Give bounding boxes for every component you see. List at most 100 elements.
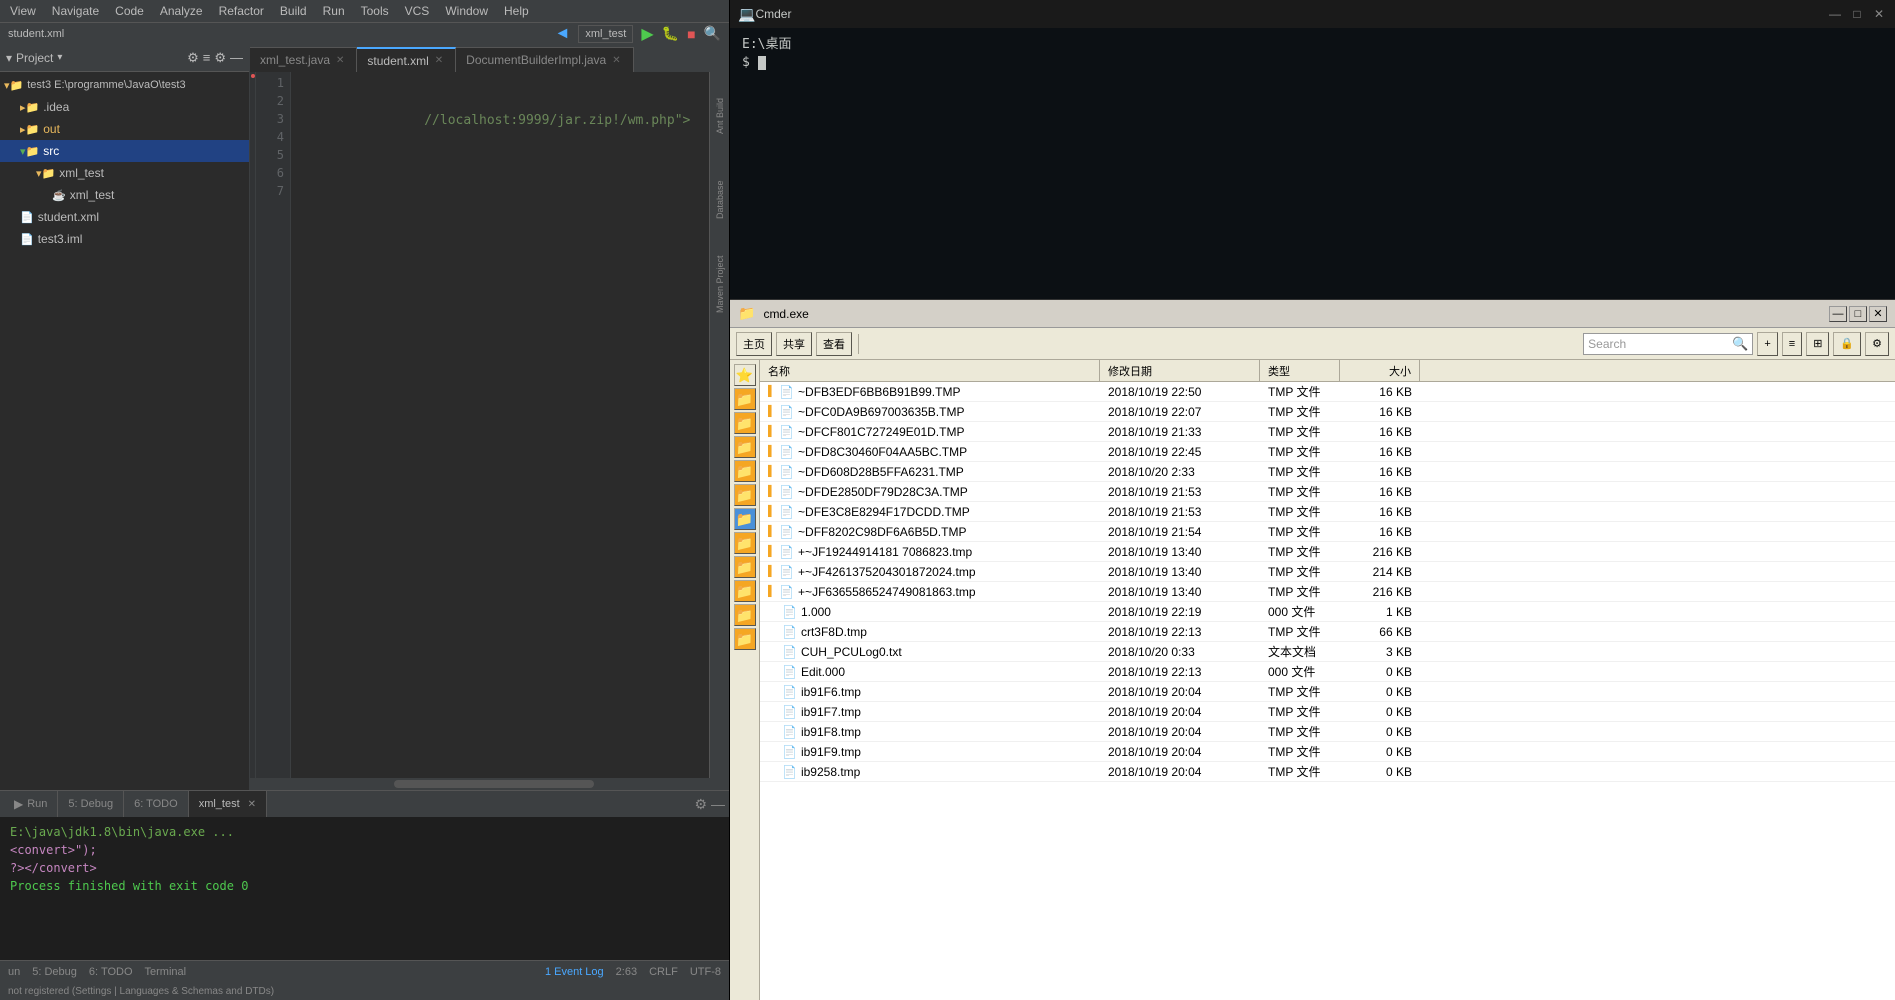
- maven-project-btn[interactable]: Maven Project: [710, 244, 730, 324]
- settings-icon[interactable]: ⚙: [214, 50, 226, 66]
- col-header-type[interactable]: 类型: [1260, 360, 1340, 381]
- nav-folder-btn-6[interactable]: 📁: [734, 508, 756, 530]
- col-header-name[interactable]: 名称: [760, 360, 1100, 381]
- lock-btn[interactable]: 🔒: [1833, 332, 1861, 356]
- cmd-content[interactable]: E:\桌面 $: [730, 28, 1895, 299]
- nav-star-btn[interactable]: ⭐: [734, 364, 756, 386]
- nav-folder-btn-2[interactable]: 📁: [734, 412, 756, 434]
- tree-item-xml-test-folder[interactable]: ▾📁 xml_test: [0, 162, 249, 184]
- col-header-size[interactable]: 大小: [1340, 360, 1420, 381]
- menu-window[interactable]: Window: [441, 2, 492, 20]
- tab-debug[interactable]: 5: Debug: [58, 791, 124, 817]
- tree-item-idea[interactable]: ▸📁 .idea: [0, 96, 249, 118]
- stop-button[interactable]: ■: [687, 26, 695, 42]
- gear-icon[interactable]: ⚙: [187, 50, 199, 66]
- search-everywhere-icon[interactable]: 🔍: [704, 25, 721, 42]
- list-item[interactable]: ▌ 📄 ~DFDE2850DF79D28C3A.TMP 2018/10/19 2…: [760, 482, 1895, 502]
- project-dropdown-icon[interactable]: ▾: [57, 52, 62, 63]
- menu-analyze[interactable]: Analyze: [156, 2, 207, 20]
- menu-run[interactable]: Run: [319, 2, 349, 20]
- list-item[interactable]: ▌ 📄 ~DFD608D28B5FFA6231.TMP 2018/10/20 2…: [760, 462, 1895, 482]
- tree-item-out[interactable]: ▸📁 out: [0, 118, 249, 140]
- tab-documentbuilder-impl-close[interactable]: ✕: [610, 55, 622, 66]
- tree-item-src[interactable]: ▾📁 src: [0, 140, 249, 162]
- code-content[interactable]: //localhost:9999/jar.zip!/wm.php">: [291, 72, 709, 778]
- tab-todo[interactable]: 6: TODO: [124, 791, 189, 817]
- nav-folder-btn-9[interactable]: 📁: [734, 580, 756, 602]
- menu-code[interactable]: Code: [111, 2, 148, 20]
- run-config-dropdown[interactable]: xml_test: [578, 25, 633, 43]
- tab-xml-test-java-close[interactable]: ✕: [334, 55, 346, 66]
- tab-terminal-close[interactable]: ✕: [248, 799, 256, 810]
- debug-button[interactable]: 🐛: [662, 25, 679, 42]
- list-item[interactable]: ▌ 📄 ~DFB3EDF6BB6B91B99.TMP 2018/10/19 22…: [760, 382, 1895, 402]
- search-icon[interactable]: 🔍: [1732, 336, 1748, 352]
- tab-documentbuilder-impl[interactable]: DocumentBuilderImpl.java ✕: [456, 47, 633, 72]
- status-charset[interactable]: UTF-8: [690, 966, 721, 978]
- nav-folder-btn-1[interactable]: 📁: [734, 388, 756, 410]
- code-editor[interactable]: 1 2 3 4 5 6 7 //localhost:9999/jar.zip!/…: [250, 72, 729, 778]
- sidebar-collapse-icon[interactable]: ▾: [6, 51, 12, 65]
- tree-item-root[interactable]: ▾📁 test3 E:\programme\JavaO\test3: [0, 74, 249, 96]
- horizontal-scrollbar[interactable]: [250, 778, 729, 790]
- run-button[interactable]: ▶: [641, 24, 653, 44]
- cmd-minimize-btn[interactable]: —: [1827, 6, 1843, 22]
- menu-refactor[interactable]: Refactor: [215, 2, 268, 20]
- list-item[interactable]: ▌ 📄 +~JF4261375204301872024.tmp 2018/10/…: [760, 562, 1895, 582]
- toolbar-view-btn[interactable]: 查看: [816, 332, 852, 356]
- explorer-minimize-btn[interactable]: —: [1829, 306, 1847, 322]
- view-toggle-btn[interactable]: ≡: [1782, 332, 1802, 356]
- list-item[interactable]: ▌ 📄 ~DFC0DA9B697003635B.TMP 2018/10/19 2…: [760, 402, 1895, 422]
- tree-item-student-xml[interactable]: 📄 student.xml: [0, 206, 249, 228]
- list-item[interactable]: ▌ 📄 ~DFF8202C98DF6A6B5D.TMP 2018/10/19 2…: [760, 522, 1895, 542]
- list-item[interactable]: ▌ 📄 ~DFD8C30460F04AA5BC.TMP 2018/10/19 2…: [760, 442, 1895, 462]
- new-folder-btn[interactable]: +: [1757, 332, 1777, 356]
- cmd-restore-btn[interactable]: □: [1849, 6, 1865, 22]
- sort-btn[interactable]: ⊞: [1806, 332, 1829, 356]
- tab-student-xml-close[interactable]: ✕: [433, 55, 445, 66]
- list-item[interactable]: 📄 ib91F7.tmp 2018/10/19 20:04 TMP 文件 0 K…: [760, 702, 1895, 722]
- list-item[interactable]: 📄 ib91F8.tmp 2018/10/19 20:04 TMP 文件 0 K…: [760, 722, 1895, 742]
- database-btn[interactable]: Database: [710, 160, 730, 240]
- cmd-close-btn[interactable]: ✕: [1871, 6, 1887, 22]
- list-item[interactable]: ▌ 📄 ~DFCF801C727249E01D.TMP 2018/10/19 2…: [760, 422, 1895, 442]
- terminal-content[interactable]: E:\java\jdk1.8\bin\java.exe ... <convert…: [0, 817, 729, 960]
- list-item[interactable]: 📄 ib91F6.tmp 2018/10/19 20:04 TMP 文件 0 K…: [760, 682, 1895, 702]
- options-btn[interactable]: ⚙: [1865, 332, 1889, 356]
- status-debug-label[interactable]: 5: Debug: [32, 966, 77, 978]
- nav-folder-btn-3[interactable]: 📁: [734, 436, 756, 458]
- nav-folder-btn-10[interactable]: 📁: [734, 604, 756, 626]
- list-item[interactable]: 📄 1.000 2018/10/19 22:19 000 文件 1 KB: [760, 602, 1895, 622]
- nav-folder-btn-7[interactable]: 📁: [734, 532, 756, 554]
- nav-folder-btn-11[interactable]: 📁: [734, 628, 756, 650]
- event-log[interactable]: 1 Event Log: [545, 966, 604, 978]
- list-item[interactable]: ▌ 📄 ~DFE3C8E8294F17DCDD.TMP 2018/10/19 2…: [760, 502, 1895, 522]
- tree-item-test3-iml[interactable]: 📄 test3.iml: [0, 228, 249, 250]
- menu-tools[interactable]: Tools: [357, 2, 393, 20]
- tab-terminal[interactable]: xml_test ✕: [189, 791, 267, 817]
- list-item[interactable]: 📄 ib91F9.tmp 2018/10/19 20:04 TMP 文件 0 K…: [760, 742, 1895, 762]
- explorer-close-btn[interactable]: ✕: [1869, 306, 1887, 322]
- nav-folder-btn-5[interactable]: 📁: [734, 484, 756, 506]
- list-item[interactable]: 📄 Edit.000 2018/10/19 22:13 000 文件 0 KB: [760, 662, 1895, 682]
- minimize-panel-icon[interactable]: —: [230, 50, 243, 66]
- terminal-settings-icon[interactable]: ⚙: [694, 796, 707, 813]
- list-item[interactable]: 📄 CUH_PCULog0.txt 2018/10/20 0:33 文本文档 3…: [760, 642, 1895, 662]
- toolbar-share-btn[interactable]: 共享: [776, 332, 812, 356]
- status-todo-label[interactable]: 6: TODO: [89, 966, 133, 978]
- menu-vcs[interactable]: VCS: [401, 2, 434, 20]
- list-item[interactable]: 📄 ib9258.tmp 2018/10/19 20:04 TMP 文件 0 K…: [760, 762, 1895, 782]
- tab-run[interactable]: ▶ Run: [4, 791, 58, 817]
- menu-navigate[interactable]: Navigate: [48, 2, 103, 20]
- scrollbar-thumb[interactable]: [394, 780, 594, 788]
- tree-item-xml-test-file[interactable]: ☕ xml_test: [0, 184, 249, 206]
- menu-view[interactable]: View: [6, 2, 40, 20]
- back-arrow-icon[interactable]: ◄: [555, 25, 571, 43]
- list-item[interactable]: 📄 crt3F8D.tmp 2018/10/19 22:13 TMP 文件 66…: [760, 622, 1895, 642]
- explorer-restore-btn[interactable]: □: [1849, 306, 1867, 322]
- status-un[interactable]: un: [8, 966, 20, 978]
- ant-build-btn[interactable]: Ant Build: [710, 76, 730, 156]
- status-crlf[interactable]: CRLF: [649, 966, 678, 978]
- nav-folder-btn-4[interactable]: 📁: [734, 460, 756, 482]
- nav-folder-btn-8[interactable]: 📁: [734, 556, 756, 578]
